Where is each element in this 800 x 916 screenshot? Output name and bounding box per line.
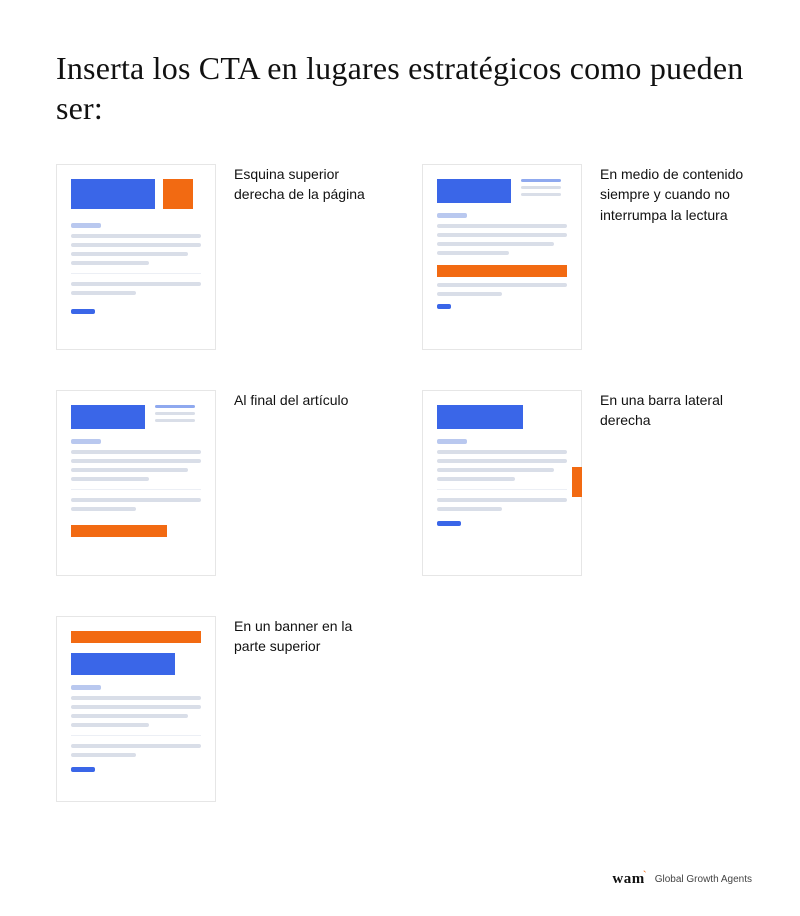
mock-text-line [437,251,509,255]
brand-name: wam [612,871,644,887]
mock-side-line [155,412,195,415]
mock-text-line [437,507,502,511]
mock-text-line [71,243,201,247]
mock-text-line [71,234,201,238]
mock-header-block [71,179,155,209]
mock-text-line [437,233,567,237]
brand-tagline: Global Growth Agents [655,874,752,885]
mock-text-line [71,252,188,256]
placement-caption: En medio de contenido siempre y cuando n… [600,164,744,225]
mock-tag [437,213,467,218]
mock-text-line [437,283,567,287]
mock-side-line [155,419,195,422]
brand-footer: wam` Global Growth Agents [612,870,752,888]
mock-text-line [71,714,188,718]
mock-text-line [437,498,567,502]
placement-mid-content: En medio de contenido siempre y cuando n… [422,164,744,350]
mock-link [71,309,95,314]
mock-text-line [437,242,554,246]
cta-icon [71,525,167,537]
mock-side-line [155,405,195,408]
placement-top-right: Esquina superior derecha de la página [56,164,378,350]
mock-header-block [71,405,145,429]
thumb-mid-content [422,164,582,350]
mock-text-line [437,468,554,472]
mock-link [437,521,461,526]
thumb-right-sidebar [422,390,582,576]
cta-icon [71,631,201,643]
mock-tag [437,439,467,444]
placement-caption: Esquina superior derecha de la página [234,164,378,205]
mock-text-line [71,468,188,472]
placement-caption: Al final del artículo [234,390,348,410]
mock-text-line [71,459,201,463]
mock-text-line [71,477,149,481]
mock-text-line [71,723,149,727]
placement-top-banner: En un banner en la parte superior [56,616,378,802]
cta-icon [437,265,567,277]
mock-separator [437,489,567,490]
mock-side-line [521,186,561,189]
brand-accent-icon: ` [643,868,647,883]
mock-text-line [71,753,136,757]
mock-text-line [437,224,567,228]
mock-tag [71,223,101,228]
mock-tag [71,685,101,690]
mock-text-line [71,261,149,265]
thumb-top-right [56,164,216,350]
placements-grid: Esquina superior derecha de la página [56,164,744,802]
mock-text-line [437,450,567,454]
mock-text-line [71,507,136,511]
mock-text-line [71,450,201,454]
mock-header-block [437,179,511,203]
diagram-title: Inserta los CTA en lugares estratégicos … [56,48,744,128]
cta-icon [163,179,193,209]
mock-text-line [71,705,201,709]
mock-text-line [437,292,502,296]
thumb-end-article [56,390,216,576]
mock-header-block [437,405,523,429]
mock-side-line [521,193,561,196]
mock-link [71,767,95,772]
mock-separator [71,489,201,490]
mock-header-block [71,653,175,675]
placement-caption: En una barra lateral derecha [600,390,744,431]
mock-separator [71,273,201,274]
mock-link [437,304,451,309]
mock-text-line [71,282,201,286]
thumb-top-banner [56,616,216,802]
mock-separator [71,735,201,736]
mock-text-line [437,459,567,463]
mock-text-line [71,498,201,502]
mock-text-line [71,291,136,295]
mock-tag [71,439,101,444]
mock-text-line [437,477,515,481]
placement-end-article: Al final del artículo [56,390,378,576]
mock-text-line [71,744,201,748]
mock-text-line [71,696,201,700]
placement-right-sidebar: En una barra lateral derecha [422,390,744,576]
placement-caption: En un banner en la parte superior [234,616,378,657]
cta-icon [572,467,582,497]
mock-side-line [521,179,561,182]
